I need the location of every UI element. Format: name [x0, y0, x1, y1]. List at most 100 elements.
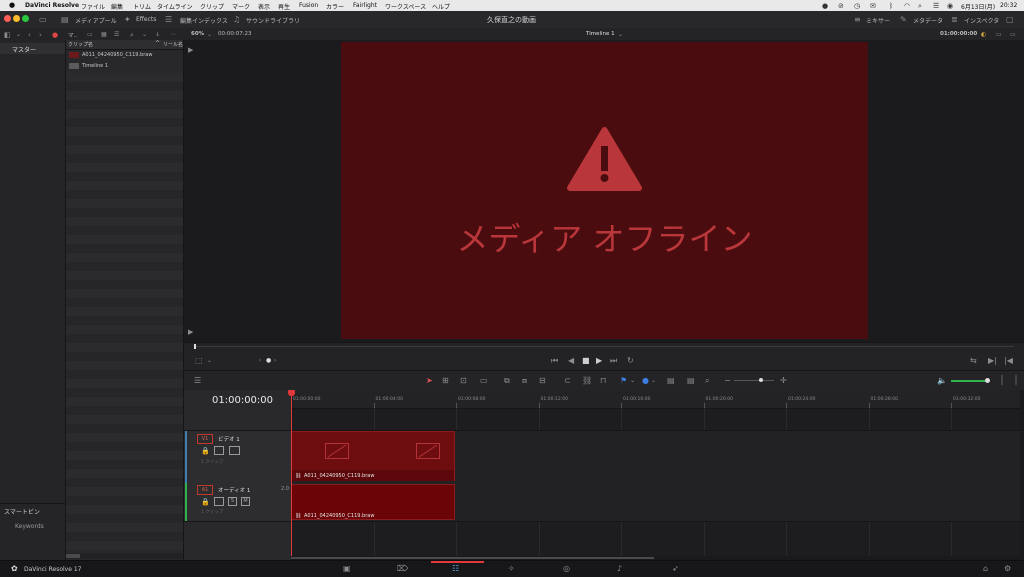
viewer-zoom[interactable]: 60% — [191, 31, 204, 37]
volume-slider-handle[interactable] — [985, 378, 990, 383]
audio-clip[interactable]: ⛓ A011_04240950_C119.braw — [291, 484, 455, 520]
timeline-name[interactable]: Timeline 1 — [586, 31, 615, 37]
viewer-mode-icon[interactable]: ⬚ — [195, 357, 203, 365]
more-options-icon[interactable]: ⋯ — [170, 31, 176, 39]
go-to-start-icon[interactable]: ⏮ — [551, 357, 558, 365]
bin-master[interactable]: マスター — [12, 45, 36, 54]
bin-path-label[interactable]: マ.. — [68, 31, 77, 39]
position-lock-icon[interactable]: ⊓ — [600, 377, 606, 385]
metadata-view-icon[interactable]: ▭ — [87, 31, 93, 39]
menu-time[interactable]: 20:32 — [1000, 2, 1017, 9]
fullscreen-icon[interactable]: ▢ — [1006, 16, 1014, 24]
effects-button[interactable]: Effects — [136, 16, 156, 23]
marker-icon[interactable]: ● — [642, 377, 649, 385]
media-page-icon[interactable]: ▣ — [343, 565, 351, 573]
snapping-icon[interactable]: ⊂ — [564, 377, 571, 385]
next-edit-icon[interactable]: ▶| — [988, 357, 997, 365]
clip-name[interactable]: Timeline 1 — [82, 63, 108, 69]
menu-fairlight[interactable]: Fairlight — [353, 2, 377, 9]
track-id-v1[interactable]: V1 — [197, 434, 213, 444]
zoom-full-icon[interactable]: ▤ — [667, 377, 675, 385]
chevron-down-icon[interactable]: ⌄ — [651, 377, 656, 385]
sort-icon[interactable]: ↓ — [155, 31, 160, 39]
menu-edit[interactable]: 編集 — [111, 2, 123, 11]
timeline-area[interactable]: 01:00:00:00 01:00:04:00 01:00:08:00 01:00:1… — [288, 390, 1020, 560]
auto-select-icon[interactable] — [214, 446, 224, 455]
fairlight-page-icon[interactable]: ♪ — [617, 565, 622, 573]
sort-up-icon[interactable]: ^ — [155, 40, 160, 47]
zoom-slider-handle[interactable] — [759, 378, 763, 382]
lock-icon[interactable]: 🔒 — [201, 447, 210, 455]
edit-index-button[interactable]: 編集インデックス — [180, 16, 228, 25]
color-tag-icon[interactable]: ◐ — [981, 31, 986, 39]
next-frame-icon[interactable]: › — [274, 357, 276, 365]
track-name[interactable]: オーディオ 1 — [218, 486, 250, 494]
mute-button[interactable]: M — [241, 497, 250, 506]
scrollbar[interactable] — [66, 553, 183, 559]
match-frame-icon[interactable]: ⇆ — [970, 357, 977, 365]
back-arrow-icon[interactable]: ‹ — [28, 31, 31, 39]
col-clip-name[interactable]: クリップ名 — [68, 41, 93, 48]
volume-icon[interactable]: 🔈 — [937, 377, 947, 385]
forward-arrow-icon[interactable]: › — [39, 31, 42, 39]
chevron-down-icon[interactable]: ⌄ — [207, 31, 212, 39]
zoom-custom-icon[interactable]: ⌕ — [705, 377, 709, 385]
deliver-page-icon[interactable]: ➶ — [672, 565, 679, 573]
media-pool-button[interactable]: メディアプール — [75, 16, 117, 25]
prev-frame-icon[interactable]: ‹ — [259, 357, 261, 365]
trim-tool-icon[interactable]: ⊞ — [442, 377, 449, 385]
menu-playback[interactable]: 再生 — [278, 2, 290, 11]
effects-icon[interactable]: ✦ — [124, 16, 131, 24]
video-track-header[interactable]: V1 ビデオ 1 🔒 1 クリップ — [184, 430, 291, 484]
volume-slider[interactable] — [951, 380, 985, 382]
mail-icon[interactable]: ✉ — [870, 2, 876, 10]
chevron-down-icon[interactable]: ⌄ — [16, 31, 21, 39]
col-reel-name[interactable]: リール名 — [163, 41, 183, 48]
solo-button[interactable]: S — [228, 497, 237, 506]
play-reverse-icon[interactable]: ◀ — [568, 357, 574, 365]
metadata-button[interactable]: メタデータ — [913, 16, 943, 25]
clip-row[interactable]: Timeline 1 — [66, 61, 183, 71]
timer-icon[interactable]: ◷ — [854, 2, 860, 10]
edit-page-icon[interactable]: ☷ — [452, 565, 459, 573]
timeline-ruler[interactable]: 01:00:00:00 01:00:04:00 01:00:08:00 01:00:1… — [291, 390, 1020, 409]
zoom-in-icon[interactable]: ✛ — [780, 377, 787, 385]
chevron-down-icon[interactable]: ⌄ — [207, 357, 212, 365]
fusion-page-icon[interactable]: ✧ — [508, 565, 515, 573]
menu-date[interactable]: 6月13日(月) — [961, 2, 995, 11]
bin-keywords[interactable]: Keywords — [15, 523, 44, 530]
edit-index-icon[interactable]: ☰ — [165, 16, 172, 24]
loop-icon[interactable]: ↻ — [627, 357, 634, 365]
menu-timeline[interactable]: タイムライン — [157, 2, 193, 11]
scrubber-playhead[interactable] — [194, 344, 196, 349]
clip-name[interactable]: A011_04240950_C119.braw — [82, 52, 152, 58]
record-status-icon[interactable]: ● — [822, 2, 828, 10]
replace-clip-icon[interactable]: ⊟ — [539, 377, 546, 385]
color-page-icon[interactable]: ◎ — [563, 565, 570, 573]
apple-icon[interactable]: ● — [9, 1, 15, 9]
dual-viewer-icon[interactable]: ▭ — [996, 31, 1002, 39]
chevron-down-icon[interactable]: ⌄ — [142, 31, 147, 39]
minimize-window-button[interactable] — [13, 15, 20, 22]
insert-clip-icon[interactable]: ⧉ — [504, 377, 510, 385]
cut-page-icon[interactable]: ⌦ — [397, 565, 408, 573]
timeline-view-options-icon[interactable]: ☰ — [194, 377, 201, 385]
menu-file[interactable]: ファイル — [81, 2, 105, 11]
block-icon[interactable]: ⊘ — [838, 2, 844, 10]
record-icon[interactable]: ● — [52, 31, 58, 39]
overwrite-clip-icon[interactable]: ⧈ — [522, 377, 527, 385]
scrollbar-thumb[interactable] — [66, 554, 80, 558]
metadata-icon[interactable]: ✎ — [900, 16, 907, 24]
video-clip[interactable]: ⛓ A011_04240950_C119.braw — [291, 431, 455, 481]
sidebar-toggle-icon[interactable]: ◧ — [4, 31, 11, 39]
timeline-vertical-scrollbar[interactable] — [1020, 390, 1024, 560]
go-to-end-icon[interactable]: ⏭ — [610, 357, 617, 365]
chevron-down-icon[interactable]: ⌄ — [618, 31, 623, 39]
play-marker-icon[interactable]: ▶ — [188, 46, 193, 54]
dynamic-trim-icon[interactable]: ⊡ — [460, 377, 467, 385]
monitor-track-icon[interactable] — [229, 446, 240, 455]
search-icon[interactable]: ⌕ — [130, 31, 134, 39]
lock-icon[interactable]: 🔒 — [201, 498, 210, 506]
zoom-out-icon[interactable]: − — [724, 377, 731, 385]
list-view-icon[interactable]: ☰ — [114, 31, 119, 39]
